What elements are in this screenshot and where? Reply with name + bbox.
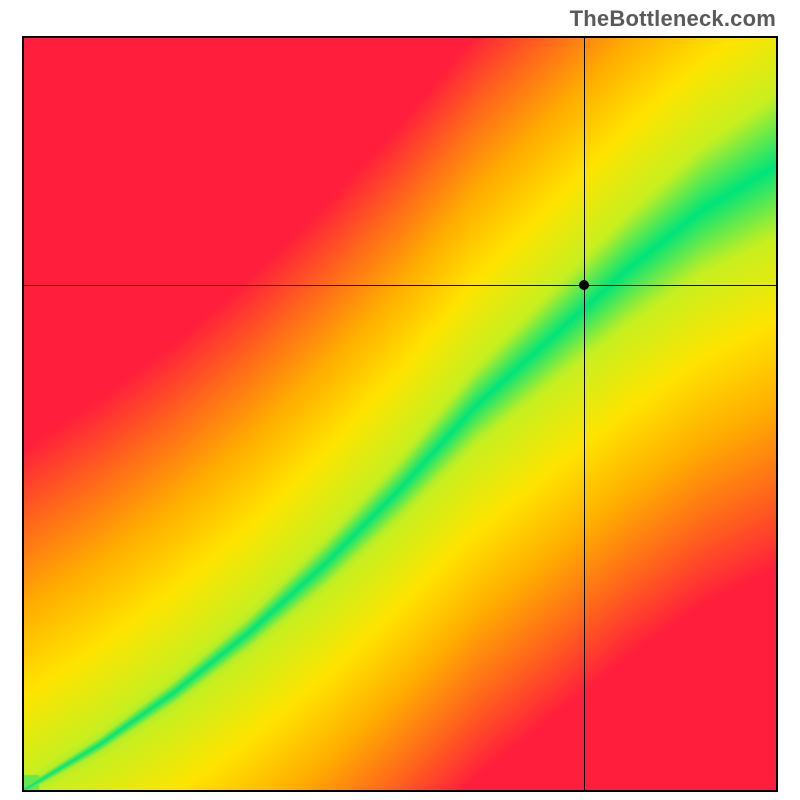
marker-dot	[579, 280, 589, 290]
heatmap-plot	[22, 36, 778, 792]
crosshair-horizontal	[24, 285, 776, 286]
watermark-text: TheBottleneck.com	[570, 6, 776, 32]
crosshair-vertical	[584, 38, 585, 790]
heatmap-canvas	[24, 38, 776, 790]
